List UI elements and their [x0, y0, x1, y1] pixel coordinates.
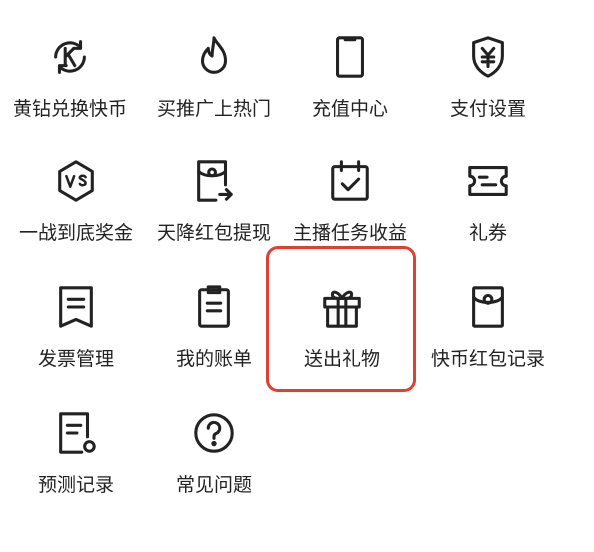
- red-envelope-withdraw-icon: [189, 156, 239, 206]
- menu-item-label: 一战到底奖金: [18, 222, 133, 244]
- menu-item-faq[interactable]: 常见问题: [144, 408, 284, 518]
- menu-item-label: 预测记录: [37, 474, 114, 496]
- menu-item-my-bills[interactable]: 我的账单: [144, 282, 284, 392]
- menu-item-invoice-management[interactable]: 发票管理: [6, 282, 146, 392]
- invoice-icon: [51, 282, 101, 332]
- prediction-record-icon: [51, 408, 101, 458]
- menu-item-red-envelope-withdraw[interactable]: 天降红包提现: [144, 156, 284, 266]
- menu-item-yellow-diamond-exchange[interactable]: 黄钻兑换快币: [0, 32, 140, 142]
- clipboard-bill-icon: [189, 282, 239, 332]
- k-coin-exchange-icon: [45, 32, 95, 82]
- menu-item-label: 支付设置: [449, 98, 526, 120]
- menu-item-coin-red-envelope-records[interactable]: 快币红包记录: [418, 282, 558, 392]
- vs-hexagon-icon: [51, 156, 101, 206]
- menu-item-recharge-center[interactable]: 充值中心: [280, 32, 420, 142]
- menu-item-buy-promotion[interactable]: 买推广上热门: [144, 32, 284, 142]
- ticket-icon: [463, 156, 513, 206]
- menu-item-gift-voucher[interactable]: 礼券: [418, 156, 558, 266]
- calendar-check-icon: [325, 156, 375, 206]
- menu-item-label: 充值中心: [311, 98, 388, 120]
- menu-item-prediction-records[interactable]: 预测记录: [6, 408, 146, 518]
- menu-item-label: 快币红包记录: [430, 348, 545, 370]
- phone-recharge-icon: [325, 32, 375, 82]
- selection-highlight: [266, 246, 416, 392]
- flame-icon: [189, 32, 239, 82]
- menu-item-label: 主播任务收益: [292, 222, 407, 244]
- menu-item-battle-bonus[interactable]: 一战到底奖金: [6, 156, 146, 266]
- menu-item-label: 常见问题: [175, 474, 252, 496]
- menu-item-label: 礼券: [468, 222, 507, 244]
- red-envelope-icon: [463, 282, 513, 332]
- question-circle-icon: [189, 408, 239, 458]
- menu-item-payment-settings[interactable]: 支付设置: [418, 32, 558, 142]
- menu-item-label: 发票管理: [37, 348, 114, 370]
- menu-grid: 黄钻兑换快币 买推广上热门 充值中心 支付设置 一战到底奖金 天降红包提现 主播…: [0, 0, 594, 552]
- yuan-shield-icon: [463, 32, 513, 82]
- menu-item-label: 黄钻兑换快币: [12, 98, 127, 120]
